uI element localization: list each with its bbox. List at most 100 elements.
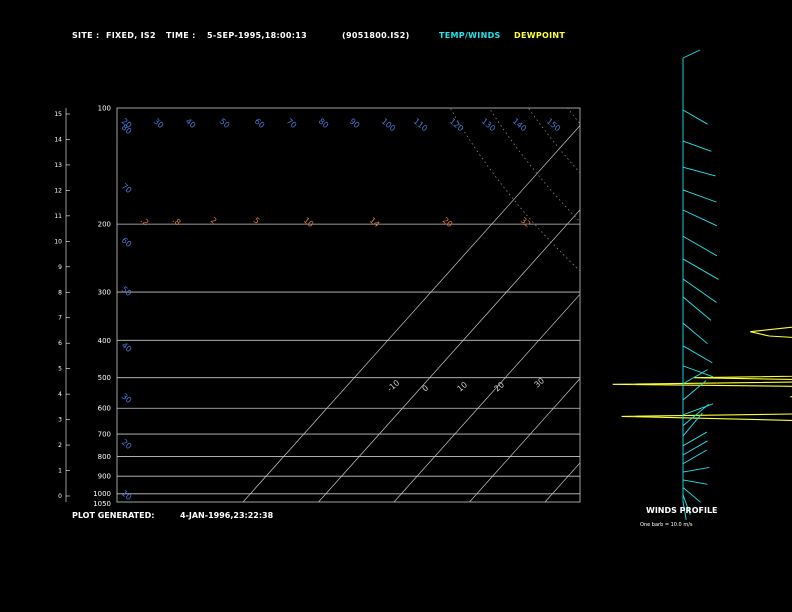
height-tick-label: 1 — [58, 468, 62, 475]
winds-profile-title: WINDS PROFILE — [646, 506, 718, 515]
pressure-tick: 600 — [98, 405, 111, 413]
mixing-ratio-label: 14 — [368, 216, 382, 229]
wind-barb — [682, 322, 708, 345]
wind-barb — [682, 440, 708, 456]
isotherm — [772, 108, 792, 502]
height-tick-label: 2 — [58, 442, 62, 449]
theta-side-label: 60 — [120, 236, 134, 249]
theta-side-label: 50 — [120, 285, 134, 298]
dry-adiabat — [449, 108, 580, 272]
wind-barb — [682, 487, 701, 503]
wind-barb — [682, 369, 708, 385]
pressure-tick: 800 — [98, 453, 111, 461]
pressure-tick: 700 — [98, 431, 111, 439]
skewt-diagram: 10020030040050060070080090010001050-110-… — [54, 49, 792, 520]
height-tick-label: 7 — [58, 315, 62, 322]
theta-side-label: 20 — [120, 438, 134, 451]
pressure-tick: 500 — [98, 374, 111, 382]
theta-side-label: 70 — [120, 182, 134, 195]
theta-label: 130 — [480, 117, 497, 134]
theta-label: 120 — [448, 117, 465, 134]
height-tick-label: 6 — [58, 340, 62, 347]
height-tick-label: 10 — [54, 238, 62, 245]
isotherm — [544, 462, 580, 502]
wind-barb — [682, 209, 718, 227]
wind-barb — [682, 278, 717, 303]
height-tick-label: 3 — [58, 417, 62, 424]
isotherm — [393, 293, 580, 502]
theta-label: 60 — [253, 117, 267, 130]
theta-label: 140 — [511, 117, 528, 134]
height-tick-label: 9 — [58, 264, 62, 271]
height-tick-label: 5 — [58, 366, 62, 373]
dry-adiabat — [607, 108, 792, 502]
isotherm — [469, 378, 580, 502]
pressure-tick: 1050 — [93, 500, 111, 508]
plot-generated-label: PLOT GENERATED: — [72, 511, 155, 520]
plot-frame — [116, 107, 581, 503]
height-tick-label: 12 — [54, 187, 62, 194]
theta-label: 70 — [285, 117, 299, 130]
height-tick-label: 0 — [58, 493, 62, 500]
theta-label: 100 — [380, 117, 397, 134]
dewpoint-trace — [612, 326, 792, 421]
dry-adiabat — [724, 108, 792, 502]
isotherm — [318, 209, 580, 502]
theta-label: 90 — [348, 117, 362, 130]
dry-adiabat — [685, 108, 792, 502]
height-tick-label: 11 — [54, 213, 62, 220]
moist-adiabat-label: 0 — [421, 383, 431, 393]
mixing-ratio-label: .8 — [171, 216, 183, 228]
plot-area — [117, 108, 792, 502]
theta-label: 80 — [317, 117, 331, 130]
isotherm — [621, 108, 792, 502]
pressure-tick: 400 — [98, 337, 111, 345]
pressure-tick: 900 — [98, 473, 111, 481]
height-tick-label: 14 — [54, 136, 62, 143]
wind-barb — [682, 296, 712, 321]
wind-barb — [682, 345, 713, 364]
moist-adiabat-label: 30 — [533, 376, 547, 389]
wind-profile-top — [682, 49, 701, 59]
theta-label: 30 — [152, 117, 166, 130]
mixing-ratio-label: 20 — [441, 216, 455, 229]
wind-barb — [682, 258, 719, 280]
isotherm — [242, 125, 580, 502]
wind-barb — [682, 166, 716, 177]
theta-side-label: 10 — [120, 489, 134, 502]
theta-label: 150 — [545, 117, 562, 134]
dry-adiabat — [567, 108, 580, 125]
wind-barb — [682, 412, 703, 437]
pressure-tick: 100 — [98, 105, 111, 113]
theta-side-label: 30 — [120, 392, 134, 405]
moist-adiabat-label: 10 — [456, 380, 470, 393]
mixing-ratio-label: .2 — [139, 216, 151, 228]
dry-adiabat — [528, 108, 580, 174]
theta-label: 40 — [184, 117, 198, 130]
wind-barb — [682, 235, 718, 257]
wind-barb — [682, 189, 717, 203]
pressure-tick: 200 — [98, 221, 111, 229]
theta-label: 50 — [218, 117, 232, 130]
height-tick-label: 15 — [54, 111, 62, 118]
height-tick-label: 4 — [58, 391, 62, 398]
dry-adiabat — [646, 108, 792, 502]
dry-adiabat — [763, 108, 792, 502]
mixing-ratio-label: 10 — [302, 216, 316, 229]
plot-generated-value: 4-JAN-1996,23:22:38 — [180, 511, 274, 520]
moist-adiabat-label: 20 — [493, 380, 507, 393]
moist-adiabat-label: -10 — [386, 378, 402, 393]
height-tick-label: 8 — [58, 289, 62, 296]
theta-side-label: 40 — [120, 341, 134, 354]
height-tick-label: 13 — [54, 162, 62, 169]
wind-barb — [682, 466, 710, 473]
mixing-ratio-label: 32 — [519, 216, 533, 229]
dry-adiabat — [488, 108, 580, 223]
wind-barb — [682, 479, 708, 485]
barb-scale-note: One barb = 10.0 m/s — [640, 522, 693, 528]
pressure-tick: 1000 — [93, 490, 111, 498]
wind-barb — [682, 449, 708, 465]
wind-barb — [682, 140, 712, 152]
theta-label: 110 — [412, 117, 429, 134]
isotherm — [696, 108, 792, 502]
